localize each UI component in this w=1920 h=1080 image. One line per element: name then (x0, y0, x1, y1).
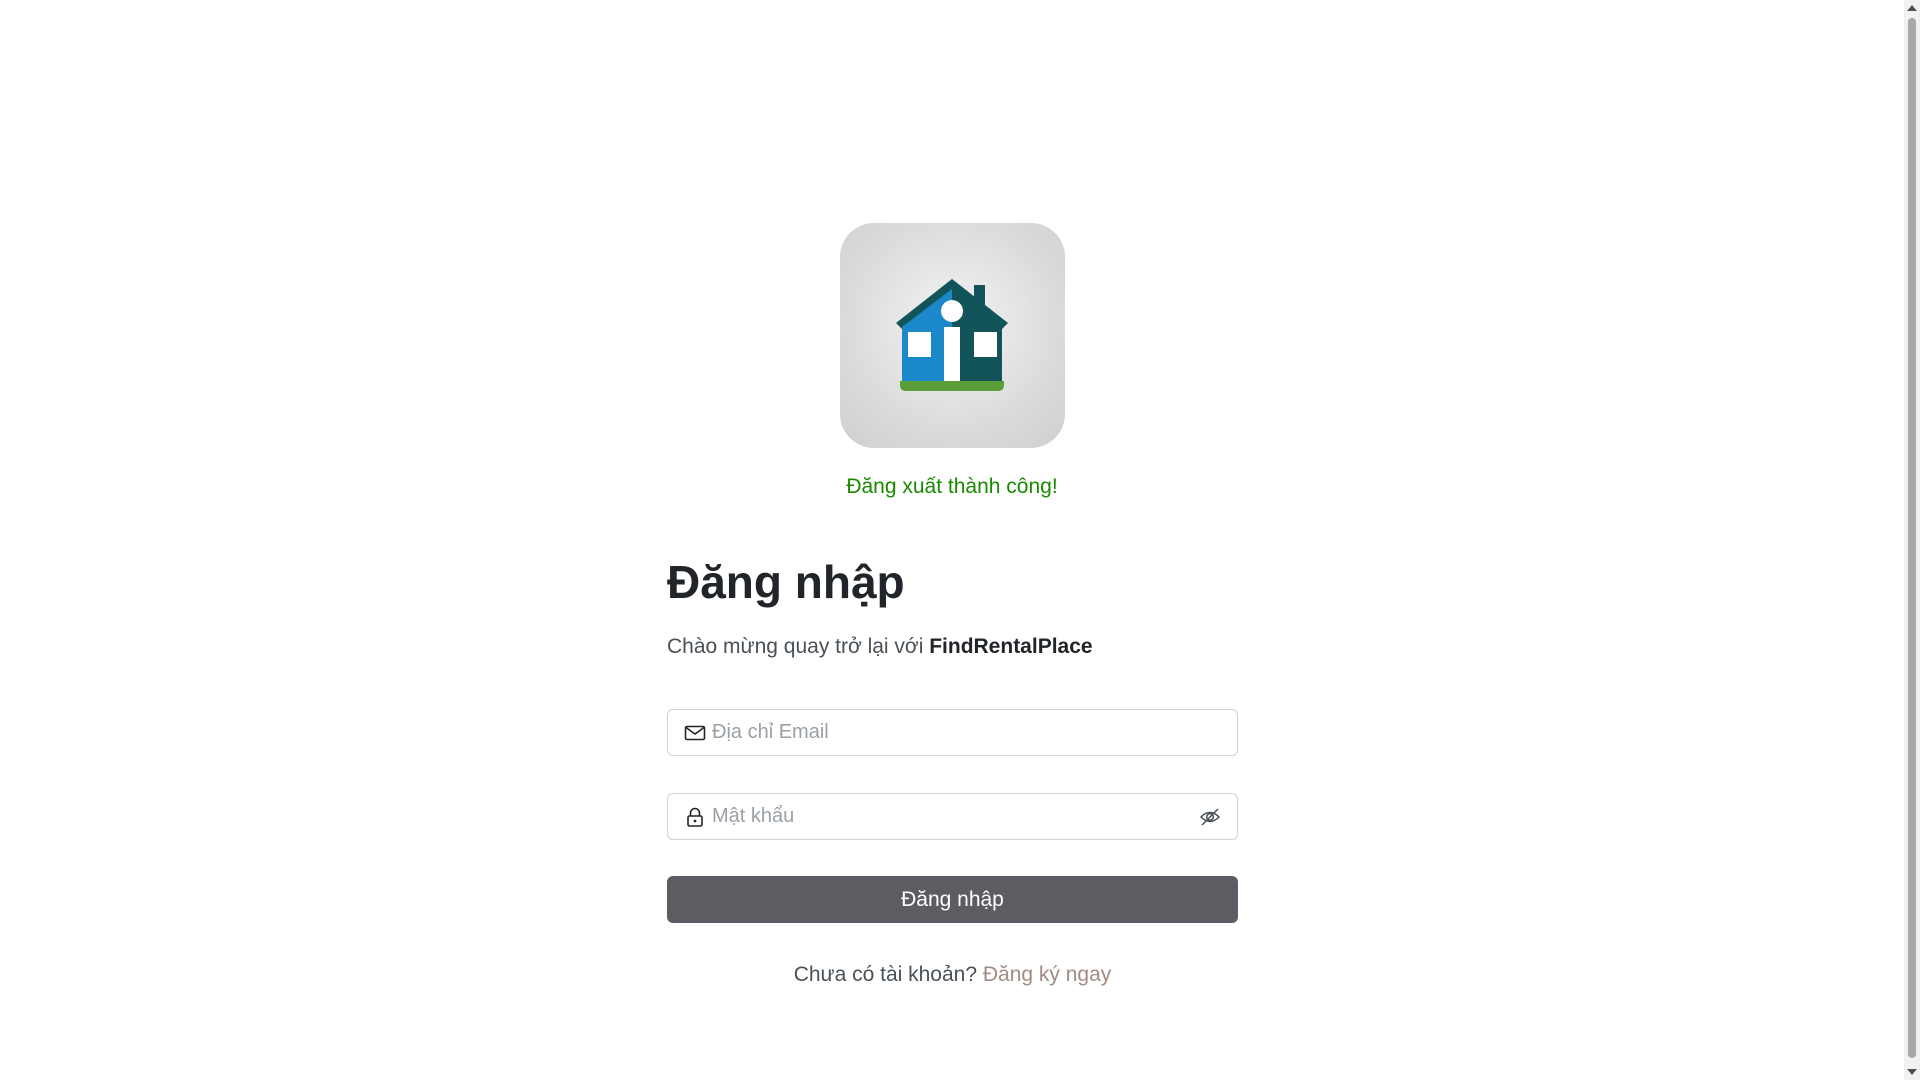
scrollbar-thumb[interactable] (1908, 18, 1916, 1058)
register-link[interactable]: Đăng ký ngay (983, 963, 1111, 986)
page: Đăng xuất thành công! Đăng nhập Chào mừn… (0, 0, 1904, 1080)
register-prompt: Chưa có tài khoản? Đăng ký ngay (667, 963, 1238, 987)
envelope-icon (684, 725, 706, 741)
register-prompt-text: Chưa có tài khoản? (793, 963, 978, 987)
house-icon (896, 279, 1008, 391)
login-button[interactable]: Đăng nhập (667, 876, 1238, 924)
password-input[interactable] (712, 794, 1182, 840)
welcome-text: Chào mừng quay trở lại với FindRentalPla… (667, 635, 1238, 659)
scroll-up-icon[interactable] (1907, 5, 1917, 11)
brand-name: FindRentalPlace (929, 635, 1093, 659)
page-title: Đăng nhập (667, 556, 905, 608)
email-field (667, 709, 1238, 757)
password-field (667, 793, 1238, 841)
vertical-scrollbar[interactable] (1904, 0, 1920, 1080)
logout-success-message: Đăng xuất thành công! (846, 475, 1058, 498)
welcome-prefix: Chào mừng quay trở lại với (667, 635, 930, 659)
email-input[interactable] (712, 710, 1182, 756)
scroll-down-icon[interactable] (1907, 1069, 1917, 1075)
app-logo (840, 223, 1065, 448)
login-form: Đăng nhập Chào mừng quay trở lại với Fin… (667, 555, 1238, 987)
eye-slash-icon[interactable] (1199, 807, 1221, 827)
lock-icon (687, 807, 703, 827)
